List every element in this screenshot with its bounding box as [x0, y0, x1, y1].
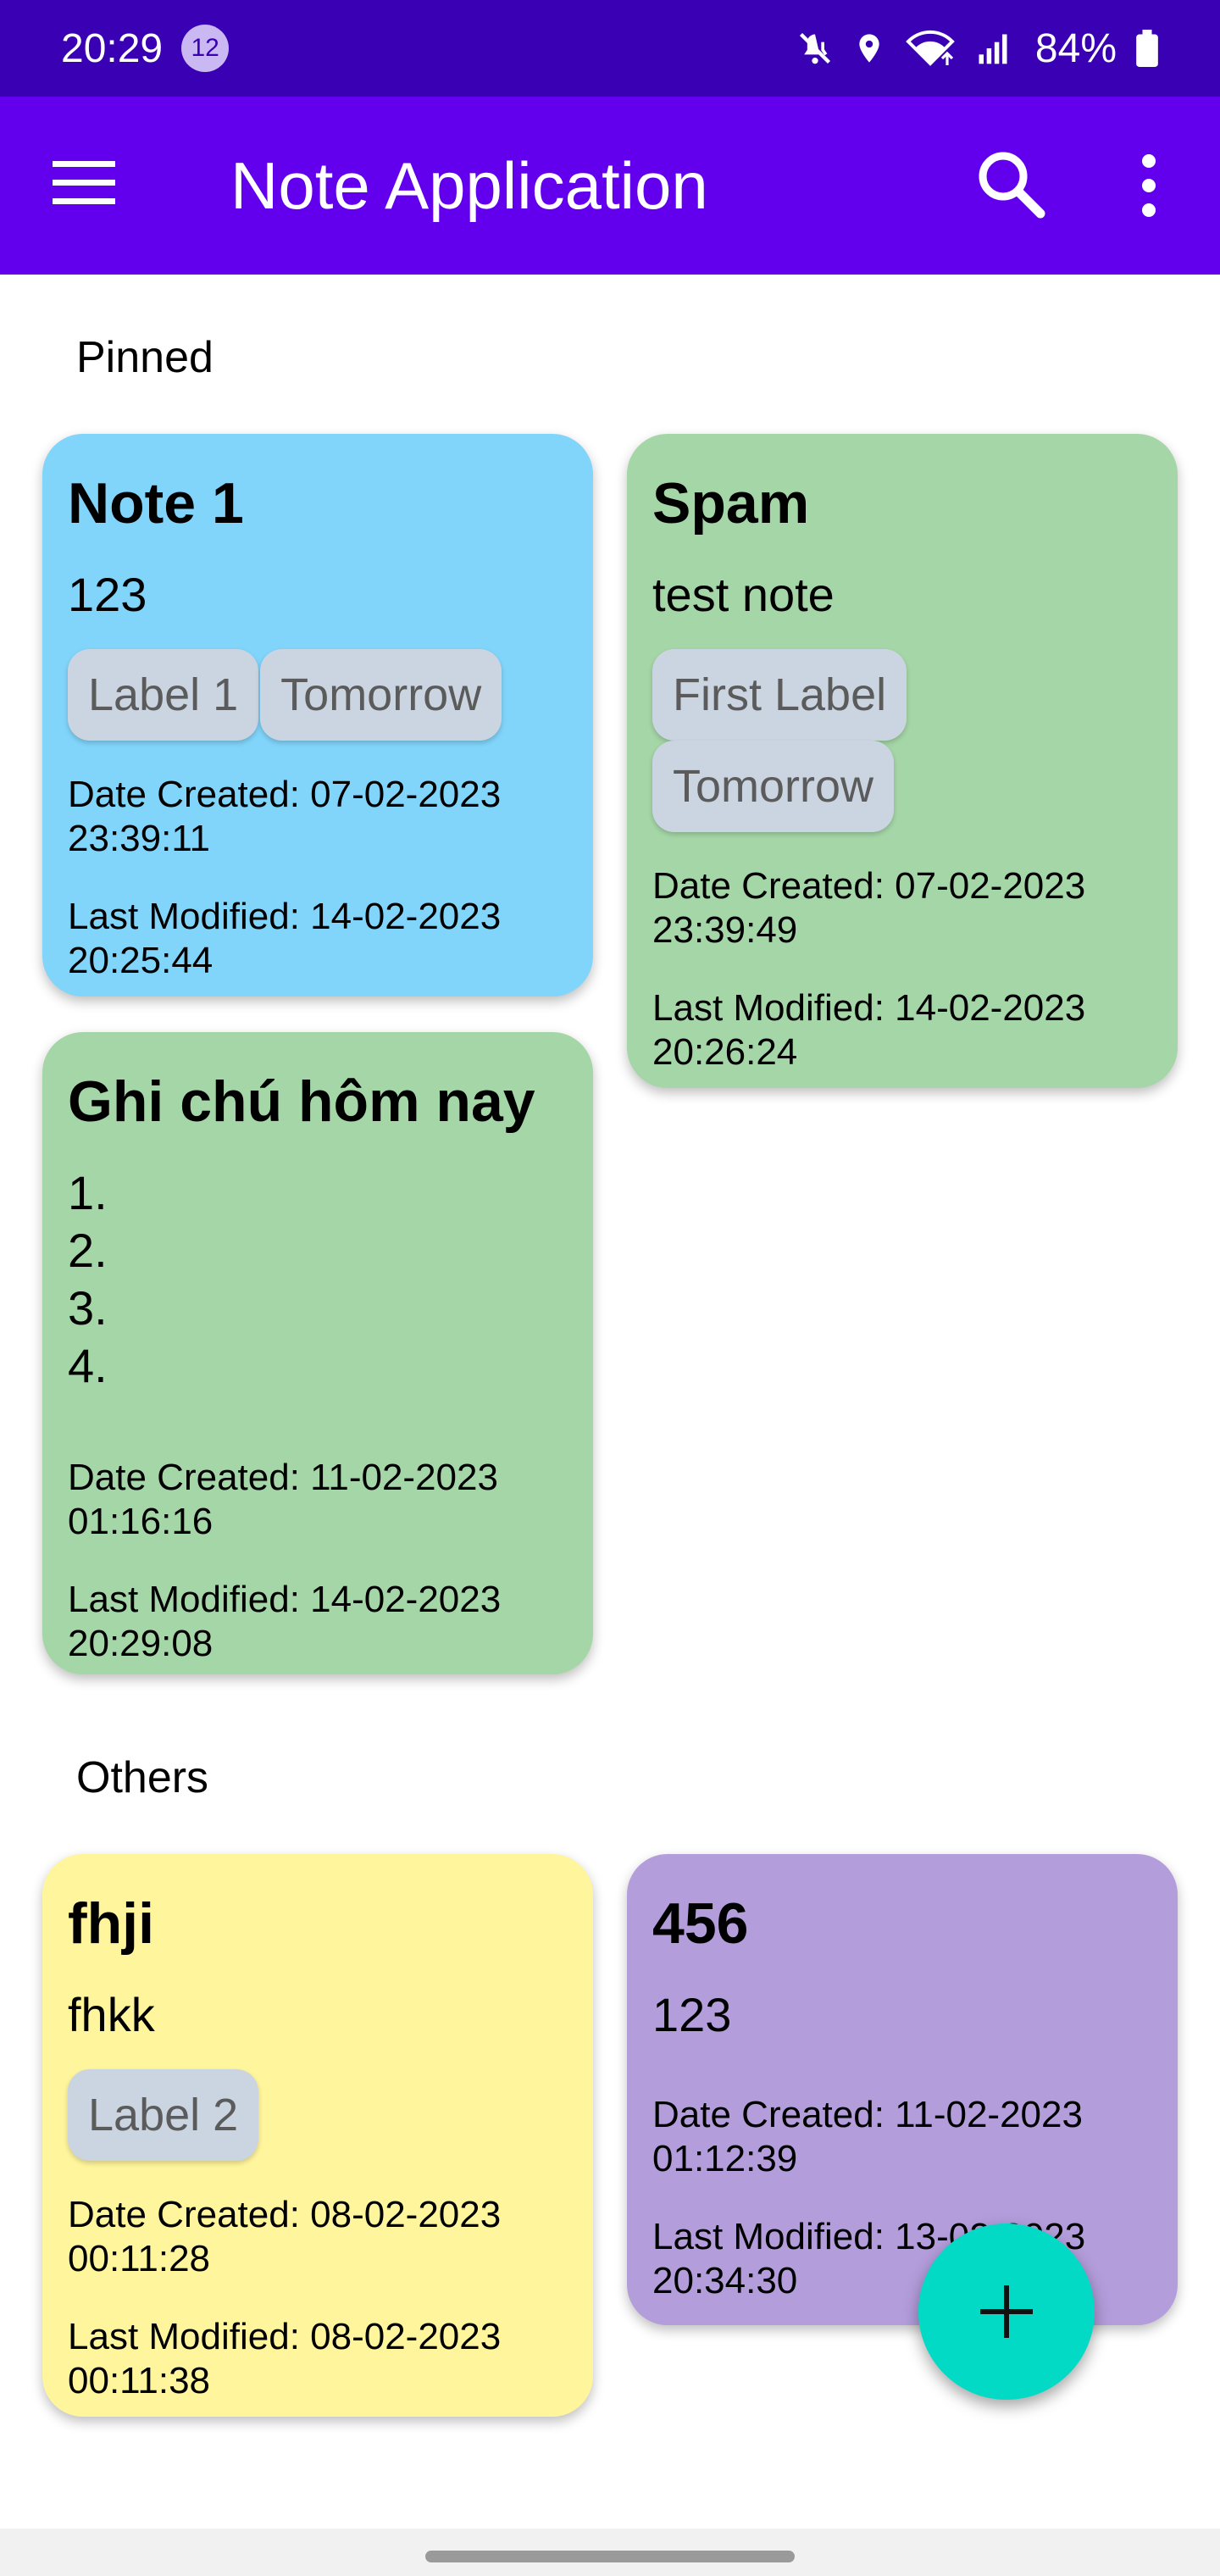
- app-title: Note Application: [230, 148, 708, 223]
- last-modified: Last Modified: 08-02-2023 00:11:38: [68, 2316, 502, 2401]
- note-card[interactable]: 456 123 Date Created: 11-02-2023 01:12:3…: [627, 1854, 1178, 2325]
- date-created: Date Created: 07-02-2023 23:39:11: [68, 774, 502, 859]
- note-body: 123: [68, 568, 147, 621]
- label-chip[interactable]: Tomorrow: [652, 741, 895, 832]
- app-screen: 20:29 12 84% Note Application Pinned Not…: [0, 0, 1220, 2576]
- notification-count-badge: 12: [181, 25, 230, 72]
- date-created: Date Created: 11-02-2023 01:16:16: [68, 1457, 498, 1542]
- note-title: Ghi chú hôm nay: [68, 1069, 535, 1134]
- note-title: 456: [652, 1891, 749, 1956]
- search-icon: [979, 152, 1045, 219]
- add-note-fab[interactable]: [918, 2223, 1095, 2400]
- section-title-pinned: Pinned: [76, 333, 214, 382]
- more-vert-icon: [1142, 154, 1156, 217]
- last-modified: Last Modified: 14-02-2023 20:29:08: [68, 1579, 502, 1664]
- location-icon: [859, 34, 879, 63]
- label-chip[interactable]: First Label: [652, 649, 907, 741]
- menu-icon: [53, 161, 115, 204]
- gesture-nav-bar: [0, 2529, 1220, 2576]
- date-created: Date Created: 07-02-2023 23:39:49: [652, 865, 1086, 951]
- search-button[interactable]: [974, 147, 1051, 224]
- battery-icon: [1136, 30, 1158, 67]
- status-bar: 20:29 12 84%: [0, 0, 1220, 97]
- label-chip[interactable]: Label 2: [68, 2069, 259, 2161]
- wifi-icon: [906, 30, 955, 66]
- label-chips: First Label Tomorrow: [652, 649, 1152, 832]
- status-time: 20:29: [61, 25, 164, 71]
- label-chips: Label 1 Tomorrow: [68, 649, 568, 741]
- section-title-others: Others: [76, 1753, 209, 1802]
- signal-icon: [979, 34, 1007, 64]
- date-created: Date Created: 08-02-2023 00:11:28: [68, 2194, 502, 2279]
- last-modified: Last Modified: 14-02-2023 20:26:24: [652, 987, 1086, 1073]
- last-modified: Last Modified: 14-02-2023 20:25:44: [68, 896, 502, 981]
- mute-icon: [799, 32, 830, 64]
- menu-button[interactable]: [53, 158, 125, 214]
- date-created: Date Created: 11-02-2023 01:12:39: [652, 2094, 1083, 2179]
- label-chip[interactable]: Tomorrow: [260, 649, 502, 741]
- note-body: 1. 2. 3. 4.: [68, 1166, 108, 1392]
- label-chip[interactable]: Label 1: [68, 649, 259, 741]
- status-icons: 84%: [796, 25, 1159, 72]
- note-card[interactable]: Spam test note First Label Tomorrow Date…: [627, 434, 1178, 1088]
- note-body: 123: [652, 1988, 732, 2041]
- app-bar: Note Application: [0, 97, 1220, 275]
- note-title: Note 1: [68, 471, 244, 536]
- note-title: fhji: [68, 1891, 154, 1956]
- home-gesture-handle[interactable]: [425, 2551, 795, 2562]
- note-card[interactable]: Note 1 123 Label 1 Tomorrow Date Created…: [42, 434, 593, 997]
- note-body: test note: [652, 568, 835, 621]
- add-icon: [980, 2285, 1033, 2338]
- note-card[interactable]: Ghi chú hôm nay 1. 2. 3. 4. Date Created…: [42, 1032, 593, 1674]
- more-options-button[interactable]: [1132, 147, 1166, 224]
- battery-percentage: 84%: [1034, 25, 1117, 71]
- note-body: fhkk: [68, 1988, 155, 2041]
- note-card[interactable]: fhji fhkk Label 2 Date Created: 08-02-20…: [42, 1854, 593, 2417]
- label-chips: Label 2: [68, 2069, 568, 2161]
- note-title: Spam: [652, 471, 810, 536]
